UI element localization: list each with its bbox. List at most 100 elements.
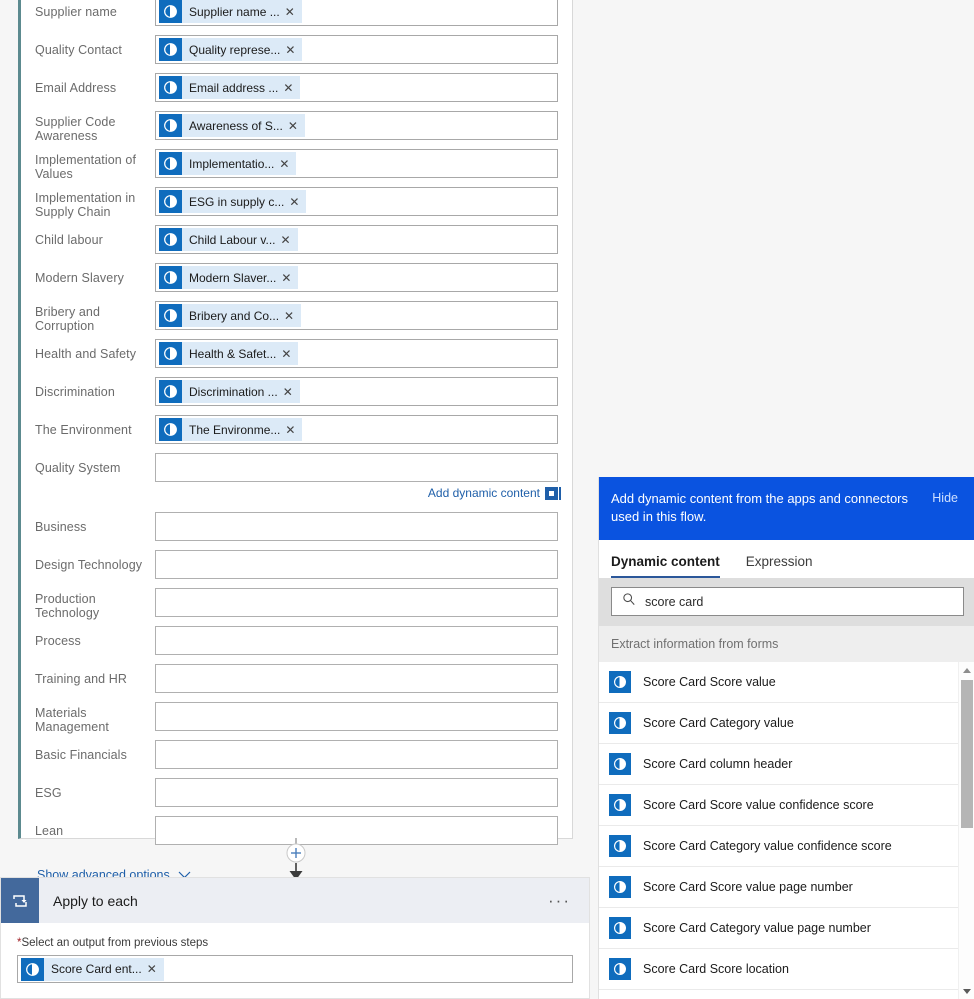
- dynamic-content-item[interactable]: Score Card column header: [599, 744, 974, 785]
- field-label: Health and Safety: [35, 347, 137, 361]
- close-icon[interactable]: ✕: [285, 424, 302, 436]
- dynamic-content-item[interactable]: Score Card Score value page number: [599, 867, 974, 908]
- close-icon[interactable]: ✕: [283, 386, 300, 398]
- field-input[interactable]: Quality represe... ✕: [155, 35, 558, 64]
- dynamic-content-item-label: Score Card Score value: [643, 675, 776, 689]
- token-chip[interactable]: Discrimination ... ✕: [159, 380, 300, 403]
- scroll-down-button[interactable]: [959, 983, 974, 999]
- panel-scrollbar[interactable]: [958, 662, 974, 999]
- add-dynamic-content-row[interactable]: Add dynamic content: [21, 486, 572, 500]
- token-chip[interactable]: Email address ... ✕: [159, 76, 301, 99]
- forms-connector-icon: [159, 228, 182, 251]
- token-label: Quality represe...: [189, 42, 281, 57]
- apply-to-each-more-button[interactable]: ···: [548, 892, 589, 909]
- close-icon[interactable]: ✕: [281, 234, 298, 246]
- field-input[interactable]: Awareness of S... ✕: [155, 111, 558, 140]
- apply-to-each-input[interactable]: Score Card ent... ✕: [17, 955, 573, 983]
- form-row: Training and HR: [35, 662, 558, 700]
- field-input[interactable]: [155, 816, 558, 845]
- loop-icon: [1, 878, 39, 923]
- add-dynamic-content-link[interactable]: Add dynamic content: [428, 486, 540, 500]
- field-input[interactable]: Email address ... ✕: [155, 73, 558, 102]
- forms-connector-icon: [609, 794, 631, 816]
- dynamic-content-item[interactable]: Score Card Category value: [599, 703, 974, 744]
- dynamic-content-item[interactable]: Score Card Category value confidence sco…: [599, 826, 974, 867]
- search-container: score card: [599, 578, 974, 626]
- field-input[interactable]: [155, 588, 558, 617]
- apply-to-each-header[interactable]: Apply to each ···: [1, 878, 589, 923]
- field-label: Training and HR: [35, 672, 128, 686]
- field-input[interactable]: Supplier name ... ✕: [155, 0, 558, 26]
- field-input[interactable]: ESG in supply c... ✕: [155, 187, 558, 216]
- field-input[interactable]: [155, 740, 558, 769]
- field-input[interactable]: [155, 664, 558, 693]
- field-input[interactable]: Health & Safet... ✕: [155, 339, 558, 368]
- token-chip[interactable]: ESG in supply c... ✕: [159, 190, 307, 213]
- field-input[interactable]: Implementatio... ✕: [155, 149, 558, 178]
- field-label: Modern Slavery: [35, 271, 124, 285]
- field-input[interactable]: Child Labour v... ✕: [155, 225, 558, 254]
- apply-to-each-field-label: *Select an output from previous steps: [17, 937, 573, 949]
- token-chip[interactable]: Health & Safet... ✕: [159, 342, 299, 365]
- field-input[interactable]: [155, 626, 558, 655]
- forms-connector-icon: [159, 418, 182, 441]
- hide-panel-link[interactable]: Hide: [932, 490, 958, 505]
- forms-connector-icon: [159, 38, 182, 61]
- token-label: Score Card ent...: [51, 962, 142, 976]
- form-row: Basic Financials: [35, 738, 558, 776]
- close-icon[interactable]: ✕: [281, 348, 298, 360]
- field-input[interactable]: Bribery and Co... ✕: [155, 301, 558, 330]
- banner-text: Add dynamic content from the apps and co…: [611, 491, 909, 524]
- dynamic-content-item-label: Score Card Category value page number: [643, 921, 871, 935]
- close-icon[interactable]: ✕: [288, 120, 305, 132]
- token-label: Child Labour v...: [189, 232, 276, 247]
- field-input[interactable]: Modern Slaver... ✕: [155, 263, 558, 292]
- form-row: Implementation of Values Implementatio...…: [35, 147, 558, 185]
- token-chip[interactable]: Child Labour v... ✕: [159, 228, 298, 251]
- close-icon[interactable]: ✕: [279, 158, 296, 170]
- forms-connector-icon: [159, 152, 182, 175]
- token-chip[interactable]: Bribery and Co... ✕: [159, 304, 302, 327]
- token-chip[interactable]: Implementatio... ✕: [159, 152, 297, 175]
- dynamic-content-item-label: Score Card Score location: [643, 962, 789, 976]
- token-chip[interactable]: Supplier name ... ✕: [159, 0, 302, 23]
- token-chip[interactable]: Modern Slaver... ✕: [159, 266, 299, 289]
- token-chip[interactable]: Awareness of S... ✕: [159, 114, 305, 137]
- token-chip[interactable]: The Environme... ✕: [159, 418, 303, 441]
- field-input[interactable]: [155, 453, 558, 482]
- field-label: Implementation in Supply Chain: [35, 191, 136, 219]
- field-input[interactable]: [155, 702, 558, 731]
- field-label: Quality Contact: [35, 43, 122, 57]
- form-fields-bottom: Business Design Technology Production Tech…: [21, 510, 572, 852]
- field-label: Basic Financials: [35, 748, 127, 762]
- token-chip[interactable]: Score Card ent... ✕: [21, 957, 164, 981]
- close-icon[interactable]: ✕: [285, 44, 302, 56]
- close-icon[interactable]: ✕: [281, 272, 298, 284]
- close-icon[interactable]: ✕: [283, 82, 300, 94]
- tab-expression[interactable]: Expression: [746, 554, 813, 578]
- field-input[interactable]: [155, 512, 558, 541]
- dynamic-content-item-label: Score Card Score value confidence score: [643, 798, 874, 812]
- close-icon[interactable]: ✕: [289, 196, 306, 208]
- dynamic-content-item[interactable]: Score Card Score location: [599, 949, 974, 990]
- field-input[interactable]: Discrimination ... ✕: [155, 377, 558, 406]
- scrollbar-thumb[interactable]: [961, 680, 973, 828]
- form-row: Health and Safety Health & Safet... ✕: [35, 337, 558, 375]
- dynamic-content-item[interactable]: Score Card Score value: [599, 662, 974, 703]
- close-icon[interactable]: ✕: [285, 6, 302, 18]
- apply-to-each-card: Apply to each ··· *Select an output from…: [0, 877, 590, 999]
- dynamic-content-panel: Add dynamic content from the apps and co…: [598, 477, 974, 999]
- dynamic-content-item[interactable]: Score Card Category value page number: [599, 908, 974, 949]
- close-icon[interactable]: ✕: [284, 310, 301, 322]
- scroll-up-button[interactable]: [959, 662, 974, 678]
- field-input[interactable]: [155, 550, 558, 579]
- search-input[interactable]: score card: [611, 587, 964, 616]
- tab-dynamic-content[interactable]: Dynamic content: [611, 554, 720, 578]
- dynamic-content-banner: Add dynamic content from the apps and co…: [599, 477, 974, 540]
- field-input[interactable]: The Environme... ✕: [155, 415, 558, 444]
- dynamic-content-item[interactable]: Score Card Score value confidence score: [599, 785, 974, 826]
- token-chip[interactable]: Quality represe... ✕: [159, 38, 303, 61]
- field-input[interactable]: [155, 778, 558, 807]
- dynamic-content-badge-icon: [545, 486, 561, 500]
- close-icon[interactable]: ✕: [147, 963, 164, 975]
